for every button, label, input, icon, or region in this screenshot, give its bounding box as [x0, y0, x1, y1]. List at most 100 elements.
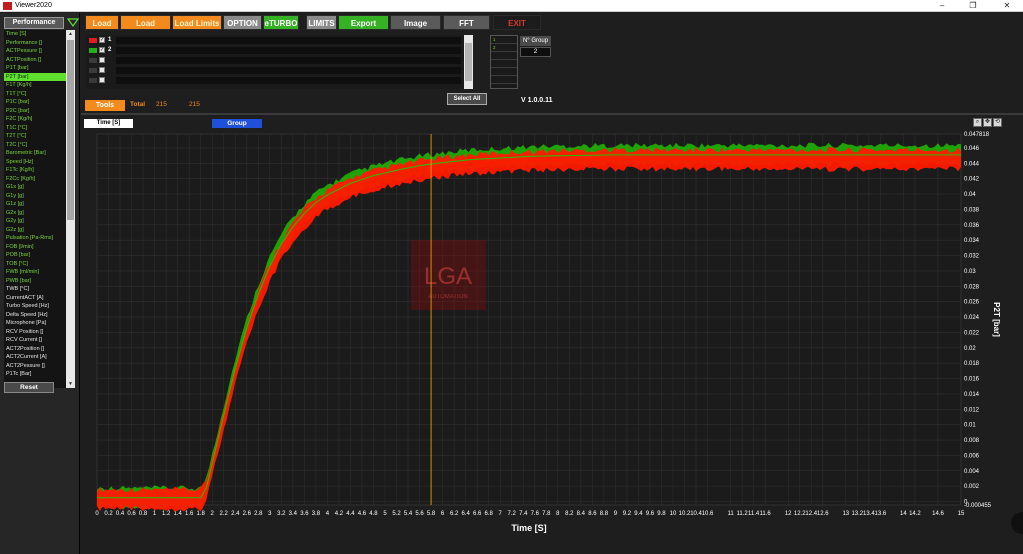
eturbo-button[interactable]: eTURBO	[263, 15, 299, 30]
limits-button[interactable]: LIMITS	[306, 15, 337, 30]
exit-button[interactable]: EXIT	[493, 15, 541, 30]
pan-icon[interactable]: ✥	[983, 118, 992, 127]
x-variable-selector[interactable]: Time [S]	[84, 119, 133, 128]
signal-item[interactable]: Turbo Speed [Hz]	[4, 302, 66, 311]
signal-item[interactable]: P2T [bar]	[4, 72, 66, 81]
load-limits-button[interactable]: Load Limits	[172, 15, 222, 30]
channel-checkbox[interactable]	[99, 57, 105, 63]
minimize-button[interactable]: –	[929, 0, 955, 12]
signal-item[interactable]: Pulsation [Pa-Rms]	[4, 234, 66, 243]
signal-item[interactable]: F1Tc [Kg/h]	[4, 166, 66, 175]
signal-item[interactable]: G2y [g]	[4, 217, 66, 226]
channel-name-field[interactable]	[116, 47, 461, 54]
image-button[interactable]: Image	[390, 15, 441, 30]
channel-name-field[interactable]	[116, 77, 461, 84]
channel-color-swatch[interactable]	[89, 38, 97, 43]
signal-item[interactable]: Delta Speed [Hz]	[4, 311, 66, 320]
signal-item[interactable]: G2x [g]	[4, 209, 66, 218]
signal-item[interactable]: ACT2Pessure []	[4, 362, 66, 371]
tools-button[interactable]: Tools	[85, 100, 125, 111]
signal-item[interactable]: P1T [bar]	[4, 64, 66, 73]
signal-item[interactable]: F2Cc [Kg/h]	[4, 175, 66, 184]
reset-button[interactable]: Reset	[4, 382, 54, 393]
load-groups-button[interactable]: Load Groups	[120, 15, 171, 43]
signal-item[interactable]: ACT2Current [A]	[4, 353, 66, 362]
channel-name-field[interactable]	[116, 37, 461, 44]
performance-button[interactable]: Performance	[4, 17, 64, 29]
signal-item[interactable]: Microphone [Pa]	[4, 319, 66, 328]
signal-item[interactable]: RCV Current []	[4, 336, 66, 345]
signal-item[interactable]: G1x [g]	[4, 183, 66, 192]
channel-row[interactable]	[86, 56, 464, 65]
channel-name-field[interactable]	[116, 67, 461, 74]
group-button[interactable]: Group	[212, 119, 262, 128]
signal-item[interactable]: G1y [g]	[4, 192, 66, 201]
signal-item[interactable]: TOB [°C]	[4, 260, 66, 269]
signal-item[interactable]: G2z [g]	[4, 226, 66, 235]
signal-item[interactable]: G1z [g]	[4, 200, 66, 209]
signal-item[interactable]: TWB [°C]	[4, 285, 66, 294]
fft-button[interactable]: FFT	[443, 15, 490, 30]
channel-color-swatch[interactable]	[89, 68, 97, 73]
group-item[interactable]: 2	[491, 44, 517, 52]
channel-color-swatch[interactable]	[89, 78, 97, 83]
channel-row[interactable]	[86, 76, 464, 85]
signal-item[interactable]: CurrentACT [A]	[4, 294, 66, 303]
chevron-down-icon[interactable]	[67, 16, 79, 28]
load-button[interactable]: Load	[85, 15, 119, 30]
signal-item[interactable]: F1T [Kg/h]	[4, 81, 66, 90]
select-all-button[interactable]: Select All	[447, 93, 487, 105]
scroll-down-icon[interactable]: ▼	[66, 380, 75, 388]
signal-item[interactable]: FOB [l/min]	[4, 243, 66, 252]
signal-item[interactable]: P1Tc [Bar]	[4, 370, 66, 379]
p2t-chart[interactable]: -0.000455 0 0.002 0.004 0.006 0.008 0.01 0.012 0…	[81, 128, 1023, 554]
signal-list-scrollbar[interactable]: ▲ ▼	[66, 30, 75, 388]
close-window-button[interactable]: ✕	[994, 0, 1020, 12]
reset-zoom-icon[interactable]: ⟲	[993, 118, 1002, 127]
option-button[interactable]: OPTION	[223, 15, 262, 30]
group-item[interactable]	[491, 68, 517, 76]
export-button[interactable]: Export	[338, 15, 389, 30]
signal-item[interactable]: T2T [°C]	[4, 132, 66, 141]
group-item[interactable]	[491, 60, 517, 68]
signal-item[interactable]: ACT2Position []	[4, 345, 66, 354]
channel-checkbox[interactable]: ✓	[99, 47, 105, 53]
signal-item[interactable]: ACTPessure []	[4, 47, 66, 56]
scrollbar-thumb[interactable]	[465, 43, 472, 81]
group-item[interactable]	[491, 52, 517, 60]
signal-item[interactable]: RCV Position []	[4, 328, 66, 337]
signal-item[interactable]: Time [S]	[4, 30, 66, 39]
zoom-icon[interactable]: ⌕	[973, 118, 982, 127]
signal-item[interactable]: P1C [bar]	[4, 98, 66, 107]
signal-item[interactable]: T1T [°C]	[4, 90, 66, 99]
signal-item[interactable]: T1C [°C]	[4, 124, 66, 133]
channel-row[interactable]: ✓ 1	[86, 36, 464, 45]
restore-button[interactable]: ❐	[960, 0, 986, 12]
signal-item[interactable]: Barometric [Bar]	[4, 149, 66, 158]
signal-item[interactable]: PWB [bar]	[4, 277, 66, 286]
channel-checkbox[interactable]	[99, 77, 105, 83]
group-item[interactable]: 1	[491, 36, 517, 44]
channel-checkbox[interactable]: ✓	[99, 37, 105, 43]
channel-checkbox[interactable]	[99, 67, 105, 73]
scroll-up-icon[interactable]: ▲	[66, 30, 75, 38]
group-item[interactable]	[491, 76, 517, 84]
signal-item[interactable]: Speed [Hz]	[4, 158, 66, 167]
signal-item[interactable]: P2C [bar]	[4, 107, 66, 116]
signal-item[interactable]: Performance []	[4, 39, 66, 48]
channel-scrollbar[interactable]	[464, 35, 473, 89]
signal-item[interactable]: ACTPosition []	[4, 56, 66, 65]
signal-item[interactable]: F2C [Kg/h]	[4, 115, 66, 124]
channel-color-swatch[interactable]	[89, 48, 97, 53]
signal-item[interactable]: POB [bar]	[4, 251, 66, 260]
signal-list[interactable]: Time [S] Performance [] ACTPessure [] ACTPo…	[4, 30, 66, 388]
group-list[interactable]: 12	[490, 35, 518, 89]
signal-item[interactable]: FWB [ml/min]	[4, 268, 66, 277]
channel-row[interactable]	[86, 66, 464, 75]
plot-area[interactable]	[96, 133, 962, 506]
channel-color-swatch[interactable]	[89, 58, 97, 63]
signal-item[interactable]: T2C [°C]	[4, 141, 66, 150]
channel-row[interactable]: ✓ 2	[86, 46, 464, 55]
scrollbar-thumb[interactable]	[67, 40, 74, 220]
channel-name-field[interactable]	[116, 57, 461, 64]
